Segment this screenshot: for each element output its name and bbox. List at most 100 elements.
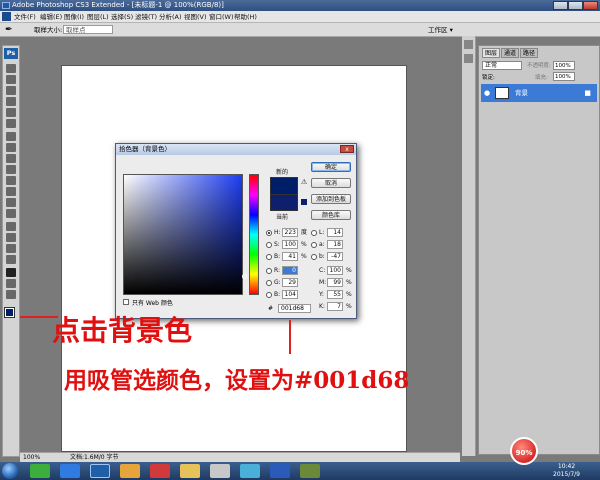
slice-tool-icon[interactable] [6, 119, 16, 128]
tab-layers[interactable]: 图层 [482, 48, 501, 58]
menu-edit[interactable]: 编辑(E) [40, 11, 62, 23]
hue-radio[interactable] [266, 230, 272, 236]
tab-paths[interactable]: 路径 [520, 48, 539, 58]
taskbar-app-4[interactable] [240, 464, 260, 478]
menu-file[interactable]: 文件(F) [14, 11, 36, 23]
taskbar-app-2[interactable] [150, 464, 170, 478]
ps-menu-icon[interactable] [2, 12, 11, 21]
close-window-button[interactable] [583, 1, 598, 10]
lab-l-input[interactable]: 14 [327, 228, 343, 237]
brightness-radio[interactable] [266, 254, 272, 260]
add-to-swatches-button[interactable]: 添加到色板 [311, 194, 351, 204]
color-field[interactable] [123, 174, 247, 295]
green-radio[interactable] [266, 280, 272, 286]
taskbar-app-3[interactable] [210, 464, 230, 478]
green-input[interactable]: 29 [282, 278, 298, 287]
menu-filter[interactable]: 滤镜(T) [135, 11, 157, 23]
opacity-field[interactable]: 100% [553, 61, 575, 70]
eyedropper-icon[interactable]: ✒ [5, 23, 13, 37]
blue-input[interactable]: 104 [282, 290, 298, 299]
clock[interactable]: 10:42 2015/7/9 [553, 463, 580, 479]
pen-tool-icon[interactable] [6, 222, 16, 231]
path-selection-tool-icon[interactable] [6, 244, 16, 253]
taskbar-folder-icon[interactable] [180, 464, 200, 478]
menu-view[interactable]: 视图(V) [184, 11, 207, 23]
web-colors-checkbox[interactable] [123, 299, 129, 305]
lab-b-input[interactable]: -47 [327, 252, 343, 261]
blue-radio[interactable] [266, 292, 272, 298]
workspace-button[interactable]: 工作区 ▾ [428, 23, 453, 37]
menu-layer[interactable]: 图层(L) [87, 11, 109, 23]
tools-icon[interactable] [464, 40, 473, 49]
start-button[interactable] [2, 463, 18, 479]
taskbar-chrome-icon[interactable] [120, 464, 140, 478]
blend-mode-select[interactable]: 正常 [482, 61, 522, 70]
red-radio[interactable] [266, 268, 272, 274]
hue-slider[interactable] [249, 174, 259, 295]
dodge-tool-icon[interactable] [6, 209, 16, 218]
zoom-tool-icon[interactable] [6, 290, 16, 299]
ok-button[interactable]: 确定 [311, 162, 351, 172]
sample-size-select[interactable]: 取样点 [63, 25, 113, 34]
history-brush-tool-icon[interactable] [6, 165, 16, 174]
healing-brush-tool-icon[interactable] [6, 132, 16, 141]
taskbar-app-5[interactable] [300, 464, 320, 478]
lab-a-input[interactable]: 18 [327, 240, 343, 249]
lab-b-radio[interactable] [311, 254, 317, 260]
magic-wand-tool-icon[interactable] [6, 97, 16, 106]
menu-analysis[interactable]: 分析(A) [159, 11, 182, 23]
eye-icon[interactable]: ● [484, 84, 490, 102]
saturation-input[interactable]: 100 [282, 240, 298, 249]
cancel-button[interactable]: 取消 [311, 178, 351, 188]
sample-size-label: 取样大小: [34, 26, 63, 34]
performance-bubble[interactable]: 90% [510, 437, 538, 465]
web-safe-icon[interactable] [301, 199, 307, 205]
maximize-button[interactable] [568, 1, 583, 10]
brush-tool-icon[interactable] [6, 143, 16, 152]
eyedropper-tool-icon[interactable] [6, 268, 16, 277]
taskbar-word-icon[interactable] [270, 464, 290, 478]
taskbar-photoshop-icon[interactable] [90, 464, 110, 478]
black-input[interactable]: 7 [327, 302, 343, 311]
move-tool-icon[interactable] [6, 64, 16, 73]
shape-tool-icon[interactable] [6, 255, 16, 264]
minimize-button[interactable] [553, 1, 568, 10]
lab-a-radio[interactable] [311, 242, 317, 248]
color-libraries-button[interactable]: 颜色库 [311, 210, 351, 220]
foreground-color-swatch[interactable] [4, 307, 15, 318]
hex-input[interactable]: 001d68 [278, 304, 311, 313]
current-color-swatch[interactable] [270, 194, 298, 211]
blur-tool-icon[interactable] [6, 198, 16, 207]
yellow-input[interactable]: 55 [327, 290, 343, 299]
red-input[interactable]: 0 [282, 266, 298, 275]
clone-stamp-tool-icon[interactable] [6, 154, 16, 163]
palette-icon[interactable] [464, 54, 473, 63]
menu-window[interactable]: 窗口(W) [209, 11, 234, 23]
layer-row-background[interactable]: ● 背景 ■ [481, 84, 597, 102]
brightness-input[interactable]: 41 [282, 252, 298, 261]
color-picker-dialog: 拾色器（背景色） x 新的 当前 ⚠ 确定 取消 添加到色板 颜色库 H: 223… [115, 143, 357, 319]
menu-bar: 文件(F) 编辑(E) 图像(I) 图层(L) 选择(S) 滤镜(T) 分析(A… [0, 11, 600, 23]
gamut-warning-icon[interactable]: ⚠ [301, 178, 307, 186]
marquee-tool-icon[interactable] [6, 75, 16, 84]
gradient-tool-icon[interactable] [6, 187, 16, 196]
lasso-tool-icon[interactable] [6, 86, 16, 95]
type-tool-icon[interactable] [6, 233, 16, 242]
saturation-radio[interactable] [266, 242, 272, 248]
hand-tool-icon[interactable] [6, 279, 16, 288]
crop-tool-icon[interactable] [6, 108, 16, 117]
taskbar-ie-icon[interactable] [60, 464, 80, 478]
dialog-close-button[interactable]: x [340, 145, 354, 153]
tab-channels[interactable]: 通道 [501, 48, 520, 58]
menu-select[interactable]: 选择(S) [111, 11, 133, 23]
menu-image[interactable]: 图像(I) [64, 11, 84, 23]
lab-l-radio[interactable] [311, 230, 317, 236]
cyan-input[interactable]: 100 [327, 266, 343, 275]
menu-help[interactable]: 帮助(H) [234, 11, 257, 23]
fill-field[interactable]: 100% [553, 72, 575, 81]
eraser-tool-icon[interactable] [6, 176, 16, 185]
color-field-marker[interactable] [242, 274, 247, 279]
taskbar-app-1[interactable] [30, 464, 50, 478]
hue-input[interactable]: 223 [282, 228, 298, 237]
magenta-input[interactable]: 99 [327, 278, 343, 287]
